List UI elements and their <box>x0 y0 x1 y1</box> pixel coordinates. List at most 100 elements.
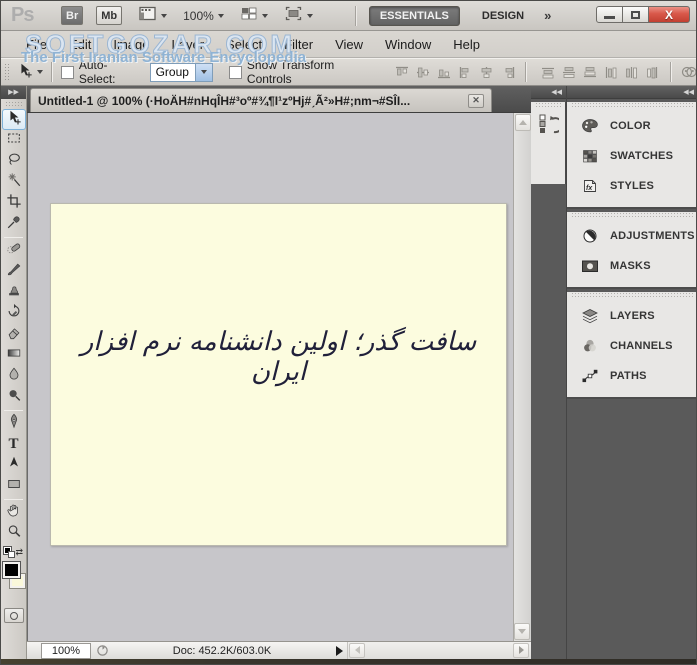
panel-group-grip[interactable] <box>571 102 694 107</box>
adjustments-panel-button[interactable]: ADJUSTMENTS <box>567 221 696 251</box>
zoom-level-dropdown[interactable]: 100% <box>183 9 224 23</box>
menu-select[interactable]: Select <box>215 33 273 56</box>
distribute-right-edges-button[interactable] <box>644 64 662 81</box>
align-left-edges-button[interactable] <box>457 64 475 81</box>
clone-stamp-tool[interactable] <box>2 282 26 303</box>
align-top-edges-button[interactable] <box>393 64 411 81</box>
blur-tool[interactable] <box>2 366 26 387</box>
paths-panel-button[interactable]: PATHS <box>567 361 696 391</box>
menu-layer[interactable]: Layer <box>161 33 216 56</box>
menu-filter[interactable]: Filter <box>273 33 324 56</box>
zoom-tool[interactable] <box>2 523 26 544</box>
panel-group-grip-2[interactable] <box>571 212 694 217</box>
tools-panel-grip[interactable] <box>5 101 22 107</box>
canvas[interactable]: سافت گذر؛ اولین دانشنامه نرم افزار ایران <box>50 203 507 546</box>
panel-group-grip-3[interactable] <box>571 292 694 297</box>
launch-bridge-button[interactable]: Br <box>61 6 84 25</box>
crop-tool-icon <box>6 193 22 214</box>
screen-mode-button[interactable] <box>284 5 313 27</box>
hand-tool[interactable] <box>2 502 26 523</box>
horizontal-scrollbar[interactable] <box>347 641 531 660</box>
panel-dock: ◀◀ COLOR SWATCHES fx STYLES ADJUSTMENTS … <box>566 86 696 659</box>
align-right-edges-button[interactable] <box>499 64 517 81</box>
restore-button[interactable] <box>622 6 649 23</box>
swatches-panel-button[interactable]: SWATCHES <box>567 141 696 171</box>
show-transform-controls-checkbox[interactable] <box>229 65 242 79</box>
tab-close-button[interactable]: ✕ <box>468 93 484 108</box>
auto-align-layers-button[interactable] <box>680 64 696 81</box>
brush-tool[interactable] <box>2 261 26 282</box>
eyedropper-tool[interactable] <box>2 214 26 235</box>
workspace-design-button[interactable]: DESIGN <box>472 6 534 26</box>
scroll-down-button[interactable] <box>514 623 530 640</box>
align-vertical-centers-button[interactable] <box>414 64 432 81</box>
scroll-up-icon <box>518 120 527 125</box>
distribute-top-edges-button[interactable] <box>539 64 557 81</box>
auto-select-checkbox[interactable] <box>60 65 74 79</box>
status-info-icon[interactable] <box>91 644 113 657</box>
history-brush-tool[interactable] <box>2 303 26 324</box>
menu-help[interactable]: Help <box>442 33 491 56</box>
narrow-dock-header[interactable]: ◀◀ <box>531 86 566 99</box>
rectangle-tool[interactable] <box>2 476 26 497</box>
status-zoom-field[interactable]: 100% <box>41 642 91 659</box>
pen-tool[interactable] <box>2 413 26 434</box>
menu-edit[interactable]: Edit <box>58 33 102 56</box>
lasso-tool[interactable] <box>2 151 26 172</box>
color-panel-icon <box>579 116 601 136</box>
crop-tool[interactable] <box>2 193 26 214</box>
minimize-button[interactable] <box>596 6 623 23</box>
swap-colors-icon[interactable]: ⇄ <box>15 547 23 558</box>
menu-file[interactable]: File <box>15 33 58 56</box>
vertical-scrollbar[interactable] <box>513 113 531 641</box>
color-panel-button[interactable]: COLOR <box>567 111 696 141</box>
move-tool[interactable] <box>1 109 26 130</box>
workspace-essentials-button[interactable]: ESSENTIALS <box>368 5 460 26</box>
default-colors-icon[interactable] <box>3 545 15 558</box>
document-tab-bar: Untitled-1 @ 100% (·HoÄH#nHqÎH#³oº#¾¶I¹z… <box>27 86 531 113</box>
workspace-overflow-chevron[interactable]: » <box>544 8 551 23</box>
layers-panel-button[interactable]: LAYERS <box>567 301 696 331</box>
canvas-viewport[interactable]: سافت گذر؛ اولین دانشنامه نرم افزار ایران <box>27 113 531 641</box>
spot-healing-brush-tool[interactable] <box>2 240 26 261</box>
options-bar: Auto-Select: Group Show Transform Contro… <box>1 58 696 86</box>
align-bottom-edges-button[interactable] <box>435 64 453 81</box>
foreground-color-swatch[interactable] <box>2 561 21 579</box>
gradient-tool[interactable] <box>2 345 26 366</box>
channels-panel-button[interactable]: CHANNELS <box>567 331 696 361</box>
panel-dock-header[interactable]: ◀◀ <box>567 86 696 99</box>
menu-image[interactable]: Image <box>102 33 160 56</box>
styles-panel-button[interactable]: fx STYLES <box>567 171 696 201</box>
arrange-documents-button[interactable] <box>240 5 268 27</box>
distribute-bottom-edges-button[interactable] <box>581 64 599 81</box>
close-button[interactable]: X <box>648 6 690 23</box>
scroll-up-button[interactable] <box>514 114 531 131</box>
current-tool-preset-dropdown[interactable] <box>17 62 43 83</box>
type-tool[interactable]: T <box>2 434 26 455</box>
align-horizontal-centers-button[interactable] <box>478 64 496 81</box>
screen-mode-icon <box>284 5 303 27</box>
menu-view[interactable]: View <box>324 33 374 56</box>
quick-mask-button[interactable] <box>3 608 24 623</box>
masks-panel-button[interactable]: MASKS <box>567 251 696 281</box>
distribute-left-edges-button[interactable] <box>602 64 620 81</box>
dodge-tool[interactable] <box>2 387 26 408</box>
document-tab[interactable]: Untitled-1 @ 100% (·HoÄH#nHqÎH#³oº#¾¶I¹z… <box>30 88 492 112</box>
narrow-dock-grip[interactable] <box>535 102 561 107</box>
menu-window[interactable]: Window <box>374 33 442 56</box>
scroll-right-button[interactable] <box>513 642 529 658</box>
tools-panel-header[interactable]: ▶▶ <box>1 86 26 99</box>
launch-mini-bridge-button[interactable]: Mb <box>96 6 123 25</box>
magic-wand-tool[interactable] <box>2 172 26 193</box>
path-selection-tool[interactable] <box>2 455 26 476</box>
options-bar-grip[interactable] <box>4 63 11 81</box>
distribute-vertical-centers-button[interactable] <box>560 64 578 81</box>
distribute-horizontal-centers-button[interactable] <box>623 64 641 81</box>
rectangular-marquee-tool[interactable] <box>2 130 26 151</box>
view-extras-button[interactable] <box>138 5 168 27</box>
scroll-left-button[interactable] <box>349 642 365 658</box>
auto-select-target-dropdown[interactable]: Group <box>149 62 214 82</box>
eraser-tool[interactable] <box>2 324 26 345</box>
status-flyout-button[interactable] <box>331 645 347 656</box>
history-panel-button[interactable] <box>535 111 564 141</box>
